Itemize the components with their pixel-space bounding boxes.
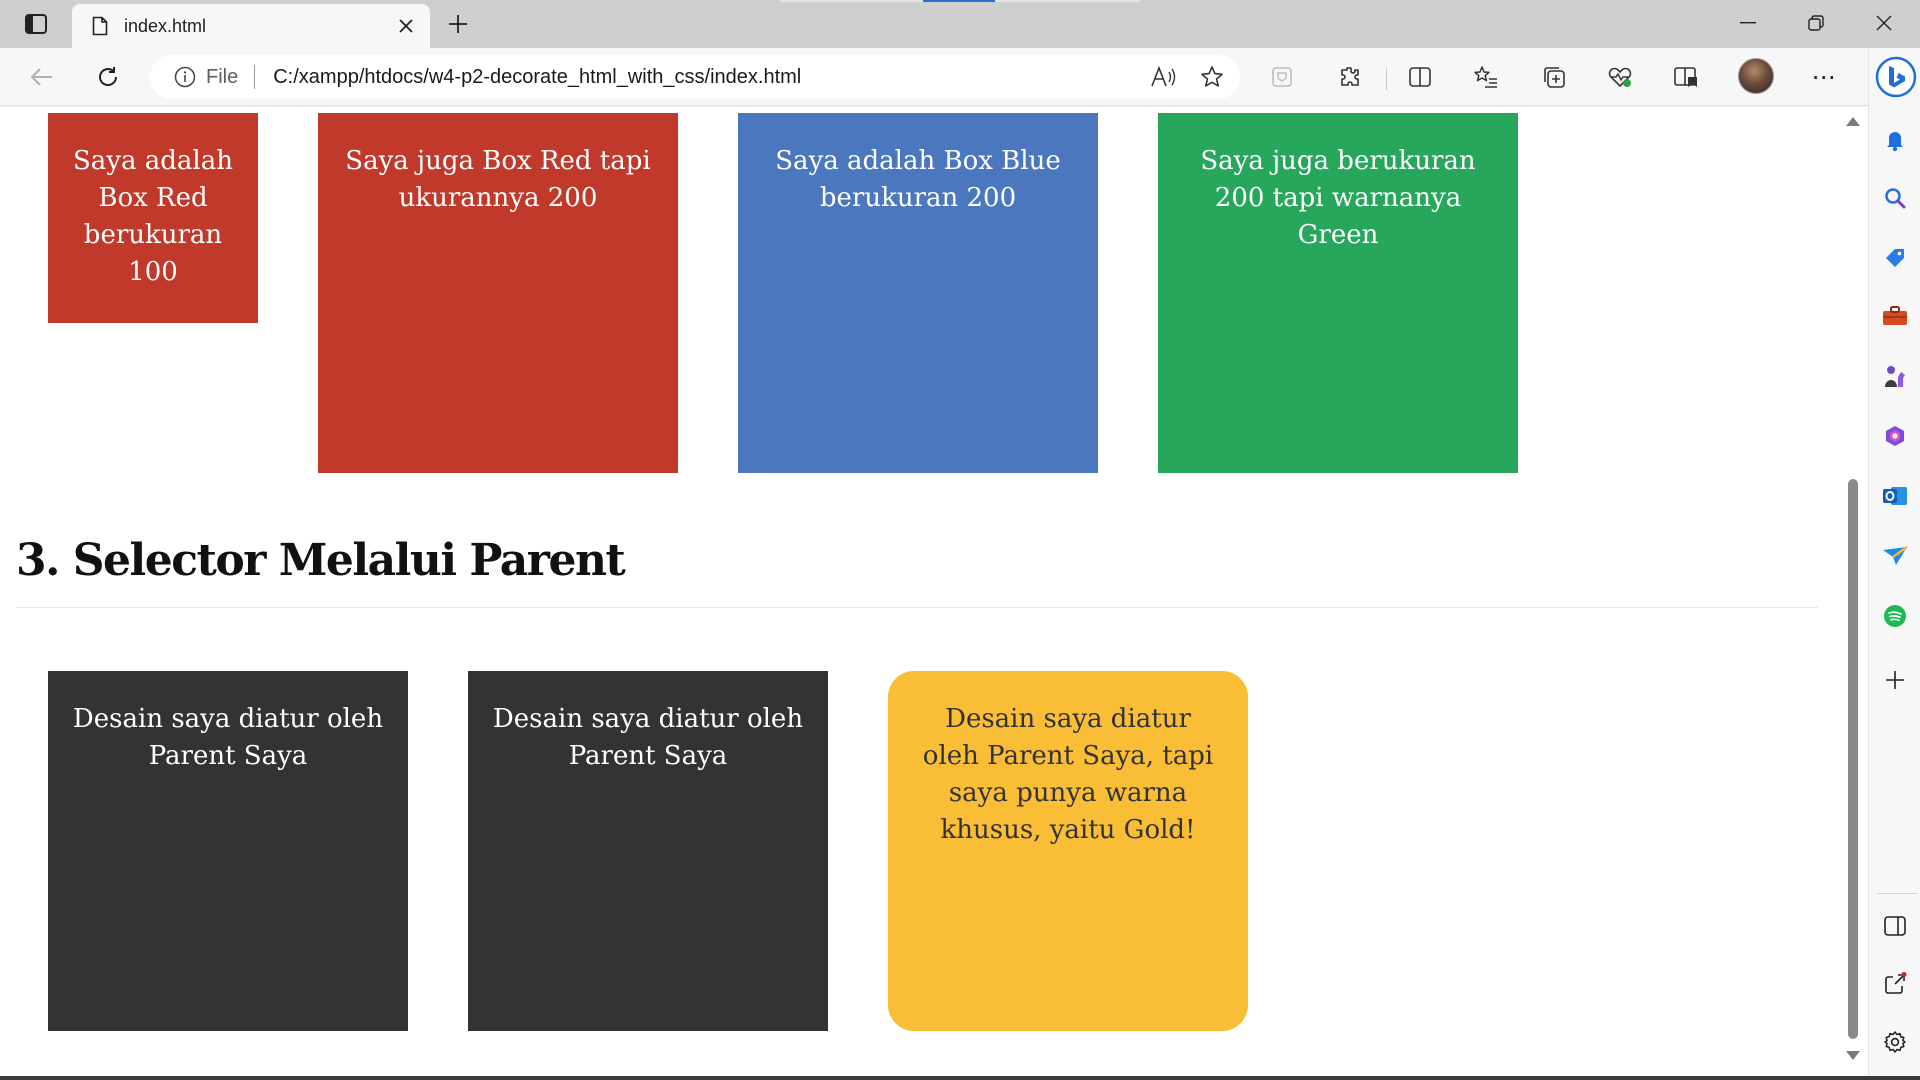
heart-pulse-icon (1608, 67, 1632, 88)
url-text[interactable]: C:/xampp/htdocs/w4-p2-decorate_html_with… (273, 66, 1144, 89)
collections-button[interactable] (1536, 59, 1572, 95)
restore-icon (1808, 15, 1824, 31)
sidebar-drop-button[interactable] (1877, 538, 1913, 574)
scroll-up-arrow[interactable] (1846, 117, 1860, 126)
bell-icon (1887, 132, 1903, 152)
page-icon (90, 15, 110, 37)
page-scrollbar[interactable] (1838, 107, 1868, 1076)
plus-icon (449, 15, 467, 33)
chess-piece-icon (1885, 366, 1905, 387)
outlook-icon (1883, 487, 1907, 505)
tab-actions-button[interactable] (14, 8, 58, 40)
favorite-button[interactable] (1192, 57, 1232, 97)
section-divider (16, 607, 1818, 608)
minimize-button[interactable] (1714, 0, 1782, 46)
tab-title: index.html (124, 15, 207, 36)
navigation-toolbar: File C:/xampp/htdocs/w4-p2-decorate_html… (0, 48, 1868, 106)
collections-icon (1544, 67, 1565, 88)
more-icon: ⋯ (1811, 63, 1837, 91)
sidebar-settings-button[interactable] (1877, 1024, 1913, 1060)
panel-icon (1884, 916, 1906, 936)
tag-icon (1886, 249, 1904, 267)
toolbox-icon (1883, 306, 1907, 325)
gold-box: Desain saya diatur oleh Parent Saya, tap… (888, 671, 1248, 1031)
collections-shield-button[interactable] (1264, 59, 1300, 95)
page-viewport: Saya adalah Box Red berukuran 100 Saya j… (0, 107, 1838, 1076)
sidebar-notifications-button[interactable] (1877, 122, 1913, 158)
close-icon (399, 19, 413, 33)
back-button[interactable] (22, 57, 62, 97)
toolbar-divider (1386, 68, 1387, 90)
address-bar[interactable]: File C:/xampp/htdocs/w4-p2-decorate_html… (150, 55, 1240, 99)
read-aloud-icon (1151, 66, 1176, 87)
search-icon (1885, 188, 1906, 209)
spotify-icon (1884, 605, 1906, 627)
tab-close-button[interactable] (388, 8, 424, 44)
extensions-button[interactable] (1332, 59, 1368, 95)
new-tab-button[interactable] (438, 8, 478, 40)
close-icon (1876, 15, 1892, 31)
address-divider (254, 65, 256, 89)
box-green-200: Saya juga berukuran 200 tapi warnanya Gr… (1158, 113, 1518, 473)
arrow-left-icon (31, 68, 52, 86)
edge-sidebar (1868, 48, 1920, 1080)
sidebar-spotify-button[interactable] (1877, 598, 1913, 634)
shield-icon (1272, 67, 1292, 87)
scroll-down-arrow[interactable] (1846, 1051, 1860, 1060)
bing-copilot-button[interactable] (1875, 56, 1917, 98)
sidebar-search-button[interactable] (1877, 180, 1913, 216)
box-red-100: Saya adalah Box Red berukuran 100 (48, 113, 258, 323)
taskbar-edge (0, 1076, 1920, 1080)
box-blue-200: Saya adalah Box Blue berukuran 200 (738, 113, 1098, 473)
parent-styled-box-1: Desain saya diatur oleh Parent Saya (48, 671, 408, 1031)
info-icon[interactable] (174, 66, 196, 88)
settings-more-button[interactable]: ⋯ (1806, 59, 1842, 95)
minimize-icon (1740, 22, 1756, 24)
restore-button[interactable] (1782, 0, 1850, 46)
favorites-list-icon (1474, 66, 1497, 88)
puzzle-icon (1341, 67, 1359, 86)
gear-icon (1884, 1031, 1906, 1053)
profile-avatar[interactable] (1738, 58, 1774, 94)
external-link-icon (1885, 972, 1907, 994)
title-bar: index.html (0, 0, 1920, 48)
sidebar-games-button[interactable] (1877, 358, 1913, 394)
bing-icon (1875, 56, 1917, 98)
parent-styled-box-2: Desain saya diatur oleh Parent Saya (468, 671, 828, 1031)
sidebar-outlook-button[interactable] (1877, 478, 1913, 514)
sidebar-divider (1877, 893, 1917, 894)
split-screen-icon (1409, 67, 1431, 87)
section-3-title: 3. Selector Melalui Parent (16, 535, 626, 586)
office-icon (1886, 426, 1904, 446)
tab-actions-icon (25, 14, 47, 34)
scroll-thumb[interactable] (1848, 479, 1858, 1039)
sidebar-tools-button[interactable] (1877, 298, 1913, 334)
tab-index-html[interactable]: index.html (72, 4, 430, 48)
refresh-button[interactable] (88, 57, 128, 97)
tab-strip-indicator (923, 0, 995, 2)
sidebar-hide-button[interactable] (1877, 908, 1913, 944)
plus-icon (1886, 671, 1904, 689)
split-screen-button[interactable] (1402, 59, 1438, 95)
reading-list-icon (1674, 67, 1697, 87)
browser-essentials-reading-button[interactable] (1668, 59, 1704, 95)
star-icon (1201, 66, 1223, 87)
sidebar-external-button[interactable] (1877, 966, 1913, 1002)
close-window-button[interactable] (1850, 0, 1918, 46)
sidebar-microsoft365-button[interactable] (1877, 418, 1913, 454)
site-info-label[interactable]: File (206, 66, 238, 89)
sidebar-add-button[interactable] (1877, 662, 1913, 698)
box-red-200: Saya juga Box Red tapi ukurannya 200 (318, 113, 678, 473)
refresh-icon (99, 67, 118, 86)
favorites-button[interactable] (1468, 59, 1504, 95)
browser-essentials-button[interactable] (1602, 59, 1638, 95)
paper-plane-icon (1883, 546, 1908, 565)
sidebar-shopping-button[interactable] (1877, 240, 1913, 276)
read-aloud-button[interactable] (1144, 57, 1184, 97)
